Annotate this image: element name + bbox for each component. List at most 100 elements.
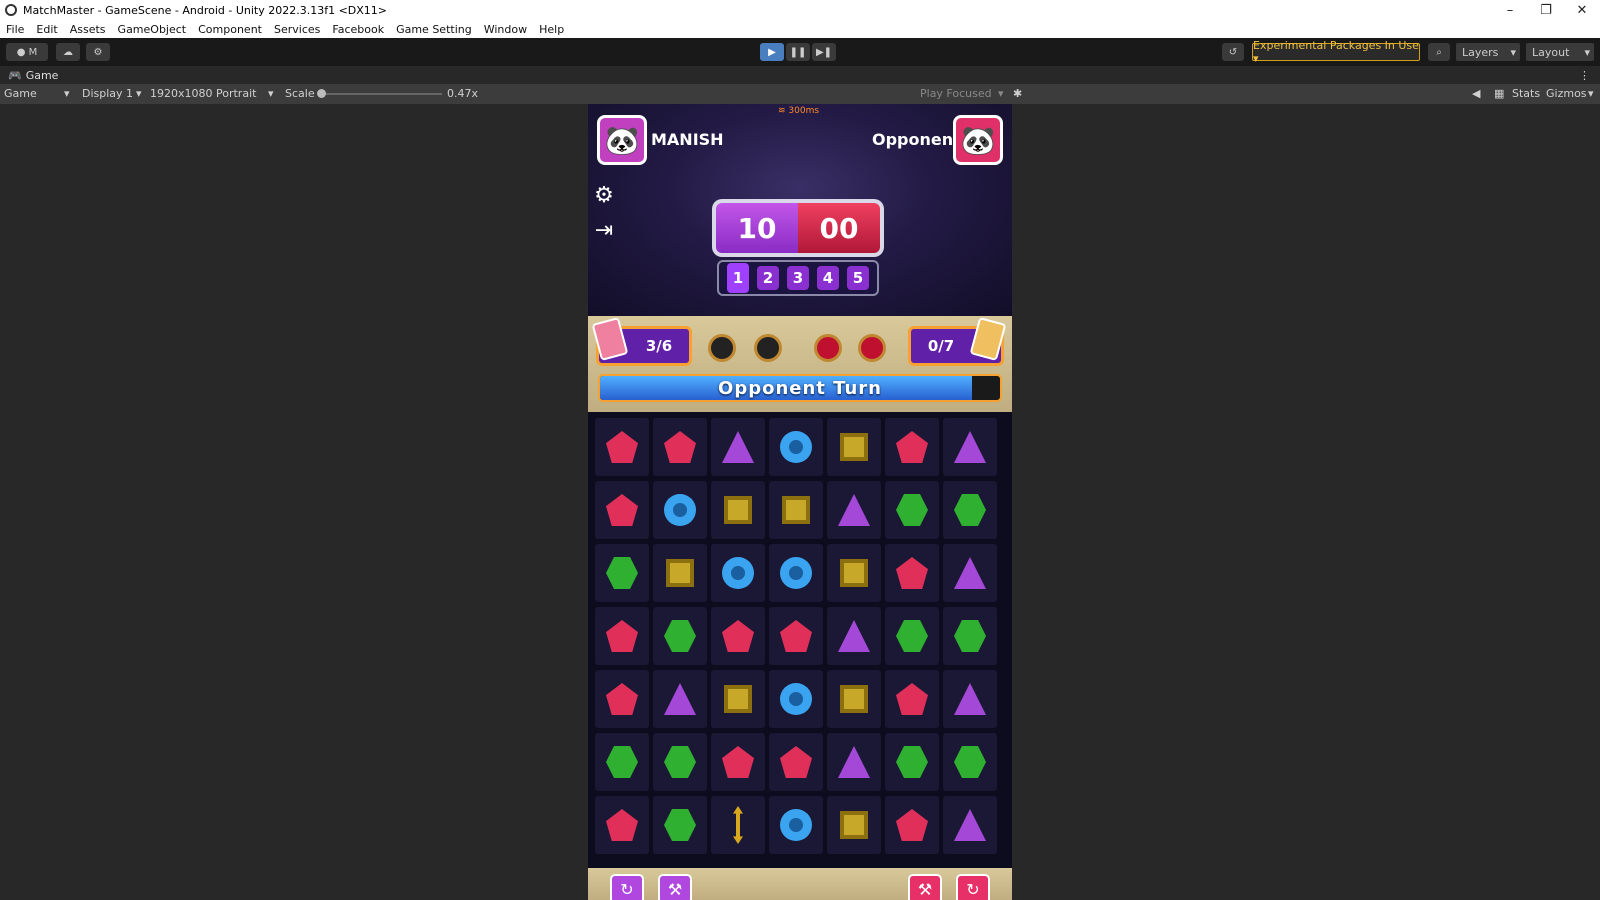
ping-indicator: ≋ 300ms [778, 106, 820, 116]
player-avatar[interactable]: 🐼 [597, 115, 647, 165]
view-dropdown[interactable]: Game [4, 87, 37, 100]
player-shuffle-booster[interactable]: ↻ [610, 874, 644, 900]
board-cell[interactable] [653, 544, 707, 602]
board-cell[interactable] [827, 733, 881, 791]
menu-facebook[interactable]: Facebook [332, 23, 384, 36]
board-cell[interactable] [827, 418, 881, 476]
board-cell[interactable] [885, 481, 939, 539]
layout-dropdown[interactable]: Layout ▾ [1526, 43, 1594, 61]
board-cell[interactable] [769, 670, 823, 728]
board-cell[interactable] [769, 481, 823, 539]
board-cell[interactable] [595, 670, 649, 728]
board-cell[interactable] [595, 418, 649, 476]
display-dropdown[interactable]: Display 1 [82, 87, 133, 100]
board-cell[interactable] [943, 670, 997, 728]
board-cell[interactable] [595, 733, 649, 791]
stats-icon[interactable]: ▦ [1494, 87, 1504, 100]
menu-game-setting[interactable]: Game Setting [396, 23, 472, 36]
board-cell[interactable] [885, 607, 939, 665]
board-cell[interactable] [943, 733, 997, 791]
resolution-dropdown[interactable]: 1920x1080 Portrait [150, 87, 256, 100]
layers-dropdown[interactable]: Layers ▾ [1456, 43, 1520, 61]
menu-file[interactable]: File [6, 23, 24, 36]
history-button[interactable]: ↺ [1222, 43, 1244, 61]
board-cell[interactable] [711, 733, 765, 791]
opponent-hammer-booster[interactable]: ⚒ [908, 874, 942, 900]
shuffle-icon: ↻ [966, 879, 980, 899]
board-cell[interactable] [595, 544, 649, 602]
play-focused-dropdown[interactable]: Play Focused [920, 87, 992, 100]
board-cell[interactable] [711, 607, 765, 665]
board-cell[interactable] [653, 481, 707, 539]
board-cell[interactable] [943, 607, 997, 665]
board-cell[interactable] [595, 607, 649, 665]
board-cell[interactable] [653, 607, 707, 665]
menu-gameobject[interactable]: GameObject [118, 23, 187, 36]
board-cell[interactable] [653, 418, 707, 476]
board-cell[interactable] [769, 418, 823, 476]
board-cell[interactable] [885, 418, 939, 476]
stats-button[interactable]: Stats [1512, 87, 1540, 100]
experimental-packages-button[interactable]: Experimental Packages In Use ▾ [1252, 39, 1420, 65]
board-cell[interactable] [827, 796, 881, 854]
board-cell[interactable] [885, 544, 939, 602]
player-hammer-booster[interactable]: ⚒ [658, 874, 692, 900]
board-cell[interactable] [653, 733, 707, 791]
gizmos-button[interactable]: Gizmos [1546, 87, 1587, 100]
board-cell[interactable] [827, 607, 881, 665]
board-cell[interactable] [711, 418, 765, 476]
close-button[interactable]: ✕ [1564, 3, 1600, 18]
menu-services[interactable]: Services [274, 23, 320, 36]
exit-button[interactable]: ⇥ [591, 217, 617, 243]
board-cell[interactable] [653, 670, 707, 728]
maximize-button[interactable]: ❐ [1528, 3, 1564, 18]
board-cell[interactable] [943, 544, 997, 602]
more-options-icon[interactable]: ⋮ [1579, 69, 1590, 82]
menu-edit[interactable]: Edit [36, 23, 57, 36]
board-cell[interactable] [827, 670, 881, 728]
board-cell[interactable] [769, 544, 823, 602]
menu-assets[interactable]: Assets [70, 23, 106, 36]
board-cell[interactable] [595, 796, 649, 854]
bug-icon[interactable]: ✱ [1013, 87, 1022, 100]
board-cell[interactable] [885, 733, 939, 791]
board-cell[interactable] [827, 481, 881, 539]
play-button[interactable]: ▶ [760, 43, 784, 61]
game-tab[interactable]: 🎮 Game ⋮ [0, 66, 1600, 84]
opponent-shuffle-booster[interactable]: ↻ [956, 874, 990, 900]
account-dropdown[interactable]: ● M [6, 43, 48, 61]
board-cell[interactable] [769, 607, 823, 665]
board-cell[interactable] [943, 418, 997, 476]
menu-window[interactable]: Window [484, 23, 527, 36]
cloud-button[interactable]: ☁ [56, 43, 80, 61]
board-cell[interactable] [653, 796, 707, 854]
pause-button[interactable]: ❚❚ [786, 43, 810, 61]
board-cell[interactable] [711, 544, 765, 602]
green-gem-icon [664, 620, 696, 652]
opponent-avatar[interactable]: 🐼 [953, 115, 1003, 165]
mute-audio-icon[interactable]: ◀ [1472, 87, 1480, 100]
minimize-button[interactable]: – [1492, 3, 1528, 18]
scale-slider-handle[interactable] [317, 89, 326, 98]
shuffle-icon: ↻ [620, 879, 634, 899]
collab-button[interactable]: ⚙ [86, 43, 110, 61]
board-cell[interactable] [711, 481, 765, 539]
settings-button[interactable]: ⚙ [591, 182, 617, 208]
board-cell[interactable] [943, 796, 997, 854]
board-cell[interactable] [711, 796, 765, 854]
step-button[interactable]: ▶❚ [812, 43, 836, 61]
menu-component[interactable]: Component [198, 23, 262, 36]
board-cell[interactable] [943, 481, 997, 539]
board-cell[interactable] [827, 544, 881, 602]
green-gem-icon [664, 746, 696, 778]
search-button[interactable]: ⌕ [1428, 43, 1450, 61]
green-gem-icon [606, 557, 638, 589]
board-cell[interactable] [595, 481, 649, 539]
menu-help[interactable]: Help [539, 23, 564, 36]
scale-slider-track[interactable] [322, 93, 442, 95]
board-cell[interactable] [769, 796, 823, 854]
board-cell[interactable] [769, 733, 823, 791]
board-cell[interactable] [885, 796, 939, 854]
board-cell[interactable] [711, 670, 765, 728]
board-cell[interactable] [885, 670, 939, 728]
